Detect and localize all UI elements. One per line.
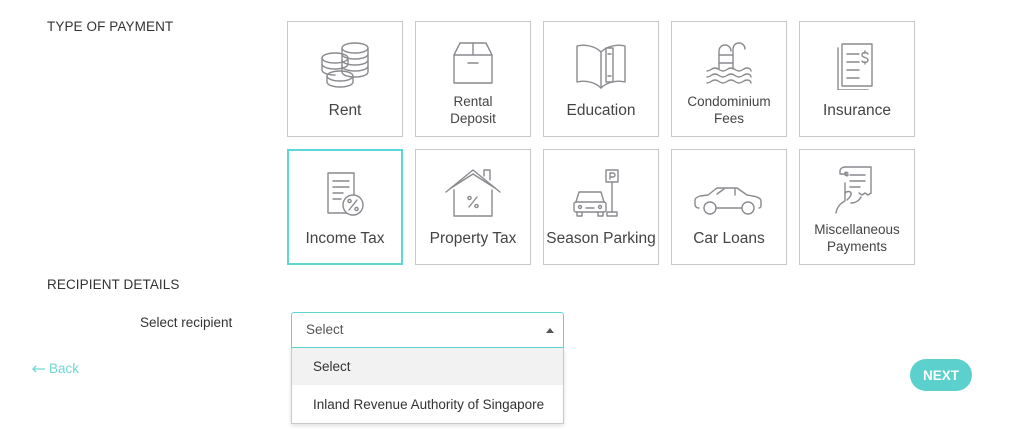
recipient-details-heading: RECIPIENT DETAILS bbox=[47, 277, 180, 292]
payment-type-label: Property Tax bbox=[429, 230, 517, 247]
recipient-option-select[interactable]: Select bbox=[292, 348, 563, 385]
next-button[interactable]: NEXT bbox=[910, 359, 972, 391]
payment-type-label: Condominium Fees bbox=[687, 94, 771, 126]
car-parking-icon bbox=[573, 169, 619, 217]
dollar-document-icon bbox=[837, 43, 873, 90]
payment-type-label: Season Parking bbox=[546, 230, 656, 247]
payment-type-property-tax[interactable]: Property Tax bbox=[415, 149, 531, 265]
payment-type-condominium-fees[interactable]: Condominium Fees bbox=[671, 21, 787, 137]
payment-type-education[interactable]: Education bbox=[543, 21, 659, 137]
house-percent-icon bbox=[445, 169, 501, 217]
payment-type-label: Car Loans bbox=[693, 230, 765, 247]
payment-type-label: Rental Deposit bbox=[450, 94, 496, 126]
percent-document-icon bbox=[327, 172, 364, 216]
type-of-payment-heading: TYPE OF PAYMENT bbox=[47, 19, 174, 34]
recipient-select-value: Select bbox=[306, 322, 344, 337]
payment-type-label: Insurance bbox=[822, 102, 892, 119]
box-icon bbox=[453, 42, 493, 84]
caret-up-icon bbox=[546, 328, 554, 333]
payment-type-insurance[interactable]: Insurance bbox=[799, 21, 915, 137]
payment-type-label: Miscellaneous Payments bbox=[814, 222, 900, 254]
payment-type-label: Income Tax bbox=[305, 230, 385, 247]
receipt-hand-icon bbox=[835, 166, 872, 214]
back-label: Back bbox=[49, 361, 80, 376]
payment-type-income-tax[interactable]: Income Tax bbox=[287, 149, 403, 265]
payment-type-season-parking[interactable]: Season Parking bbox=[543, 149, 659, 265]
payment-type-rental-deposit[interactable]: Rental Deposit bbox=[415, 21, 531, 137]
payment-type-label: Rent bbox=[328, 102, 362, 119]
book-icon bbox=[576, 44, 626, 89]
select-recipient-label: Select recipient bbox=[140, 315, 233, 330]
payment-type-miscellaneous-payments[interactable]: Miscellaneous Payments bbox=[799, 149, 915, 265]
recipient-dropdown-menu: Select Inland Revenue Authority of Singa… bbox=[291, 348, 564, 424]
back-link[interactable]: Back bbox=[32, 361, 79, 376]
payment-type-car-loans[interactable]: Car Loans bbox=[671, 149, 787, 265]
coins-icon bbox=[321, 42, 369, 88]
pool-icon bbox=[706, 42, 752, 84]
arrow-left-icon bbox=[32, 365, 45, 372]
car-icon bbox=[694, 187, 762, 215]
recipient-option-iras[interactable]: Inland Revenue Authority of Singapore bbox=[292, 386, 563, 423]
recipient-select[interactable]: Select bbox=[291, 312, 564, 348]
payment-type-rent[interactable]: Rent bbox=[287, 21, 403, 137]
payment-type-label: Education bbox=[566, 102, 636, 119]
